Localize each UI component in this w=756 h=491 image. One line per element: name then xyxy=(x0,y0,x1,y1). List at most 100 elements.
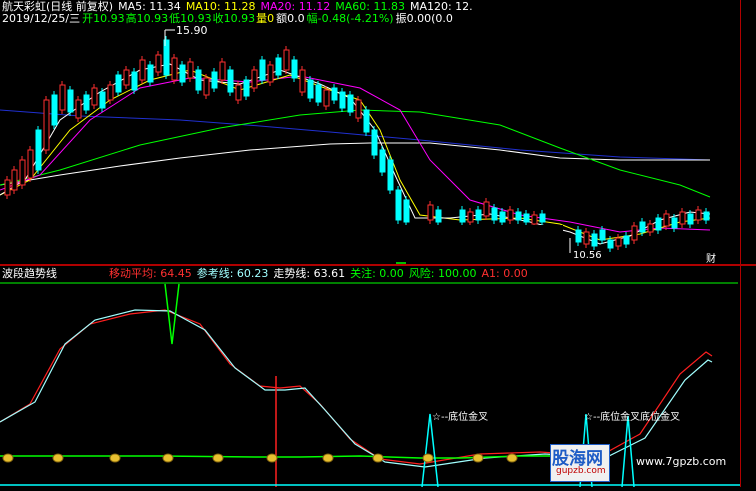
candle[interactable] xyxy=(679,211,686,225)
coin-icon xyxy=(266,453,278,463)
candle[interactable] xyxy=(467,211,474,223)
candle[interactable] xyxy=(339,91,346,109)
candle[interactable] xyxy=(347,94,354,113)
indicator-chart[interactable]: ☆--底位金叉 ☆--底位金叉底位金叉 xyxy=(0,264,756,488)
candle[interactable] xyxy=(155,54,162,73)
candle[interactable] xyxy=(203,77,210,96)
candle[interactable] xyxy=(11,169,18,191)
candle[interactable] xyxy=(631,225,638,241)
candle[interactable] xyxy=(27,149,34,179)
candle[interactable] xyxy=(523,213,530,223)
candle[interactable] xyxy=(83,94,90,111)
a1-value: A1: 0.00 xyxy=(481,267,528,280)
attention-spike xyxy=(164,283,180,345)
candle[interactable] xyxy=(75,99,82,119)
candle[interactable] xyxy=(483,201,490,217)
candle[interactable] xyxy=(195,69,202,91)
candle[interactable] xyxy=(591,233,598,247)
candle[interactable] xyxy=(219,61,226,81)
candle[interactable] xyxy=(139,59,146,81)
candle[interactable] xyxy=(59,84,66,111)
candle[interactable] xyxy=(179,64,186,83)
candle[interactable] xyxy=(227,69,234,93)
candle[interactable] xyxy=(323,89,330,107)
candle[interactable] xyxy=(19,159,26,186)
indicator-header: 波段趋势线 移动平均: 64.45 参考线: 60.23 走势线: 63.61 关注: … xyxy=(2,268,533,280)
candle[interactable] xyxy=(695,209,702,221)
candle[interactable] xyxy=(703,211,710,221)
candle[interactable] xyxy=(123,69,130,86)
indicator-panel[interactable]: ☆--底位金叉 ☆--底位金叉底位金叉 xyxy=(0,264,756,488)
candle[interactable] xyxy=(583,231,590,245)
candle[interactable] xyxy=(147,64,154,83)
candle[interactable] xyxy=(51,94,58,126)
candle[interactable] xyxy=(259,59,266,81)
watermark-url[interactable]: www.7gpzb.com xyxy=(636,455,726,468)
candle[interactable] xyxy=(187,61,194,79)
candle[interactable] xyxy=(43,99,50,151)
change-value: 幅-0.48(-4.21%) xyxy=(306,12,394,25)
candle[interactable] xyxy=(267,64,274,83)
candle[interactable] xyxy=(275,57,282,76)
candle[interactable] xyxy=(403,199,410,223)
candle[interactable] xyxy=(91,87,98,106)
candle[interactable] xyxy=(491,207,498,221)
candle[interactable] xyxy=(655,217,662,231)
candle[interactable] xyxy=(387,159,394,191)
candle[interactable] xyxy=(599,229,606,241)
candle[interactable] xyxy=(639,221,646,233)
price-chart-panel[interactable]: 15.90 10.56 财 xyxy=(0,0,756,265)
candle[interactable] xyxy=(475,209,482,221)
candle[interactable] xyxy=(607,239,614,249)
candle[interactable] xyxy=(363,109,370,133)
candle[interactable] xyxy=(379,149,386,173)
low-price: 低10.93 xyxy=(169,12,212,25)
candle[interactable] xyxy=(291,59,298,79)
candle[interactable] xyxy=(371,129,378,156)
candle[interactable] xyxy=(115,74,122,93)
candle[interactable] xyxy=(575,229,582,243)
candle[interactable] xyxy=(331,87,338,101)
candle[interactable] xyxy=(459,209,466,223)
candle[interactable] xyxy=(435,209,442,223)
candle[interactable] xyxy=(615,237,622,247)
signal-spike-3 xyxy=(621,415,635,488)
candle[interactable] xyxy=(211,71,218,89)
candle[interactable] xyxy=(395,189,402,221)
price-chart-blank-area xyxy=(183,225,563,265)
candle[interactable] xyxy=(35,129,42,171)
candle[interactable] xyxy=(107,84,114,101)
candle[interactable] xyxy=(507,209,514,221)
candle[interactable] xyxy=(671,217,678,229)
candle[interactable] xyxy=(531,214,538,225)
candle[interactable] xyxy=(539,213,546,223)
candle[interactable] xyxy=(299,69,306,93)
watermark-subtext: gupzb.com xyxy=(556,466,606,476)
candle[interactable] xyxy=(251,69,258,89)
candle[interactable] xyxy=(283,49,290,71)
candle[interactable] xyxy=(687,213,694,225)
high-price-label: 15.90 xyxy=(176,24,208,37)
candle[interactable] xyxy=(131,71,138,91)
moving-average-value: 移动平均: 64.45 xyxy=(109,267,192,280)
signal-label-1: ☆--底位金叉 xyxy=(432,410,488,423)
candle[interactable] xyxy=(499,211,506,223)
candle[interactable] xyxy=(515,211,522,221)
candle[interactable] xyxy=(315,84,322,103)
candle[interactable] xyxy=(663,213,670,227)
candle[interactable] xyxy=(623,235,630,245)
candlestick-chart[interactable]: 15.90 10.56 财 xyxy=(0,0,756,265)
coin-icon xyxy=(472,453,484,463)
candle[interactable] xyxy=(243,79,250,97)
candle[interactable] xyxy=(427,204,434,221)
candle[interactable] xyxy=(171,57,178,81)
candle[interactable] xyxy=(647,223,654,233)
stock-header-row2: 2019/12/25/三 开10.93高10.93低10.93收10.93量0 额0… xyxy=(2,13,458,25)
candle[interactable] xyxy=(67,89,74,113)
candle[interactable] xyxy=(355,99,362,119)
candle[interactable] xyxy=(307,79,314,99)
candle[interactable] xyxy=(4,179,11,196)
candle[interactable] xyxy=(235,84,242,101)
candle[interactable] xyxy=(99,91,106,109)
risk-value: 风险: 100.00 xyxy=(408,267,477,280)
